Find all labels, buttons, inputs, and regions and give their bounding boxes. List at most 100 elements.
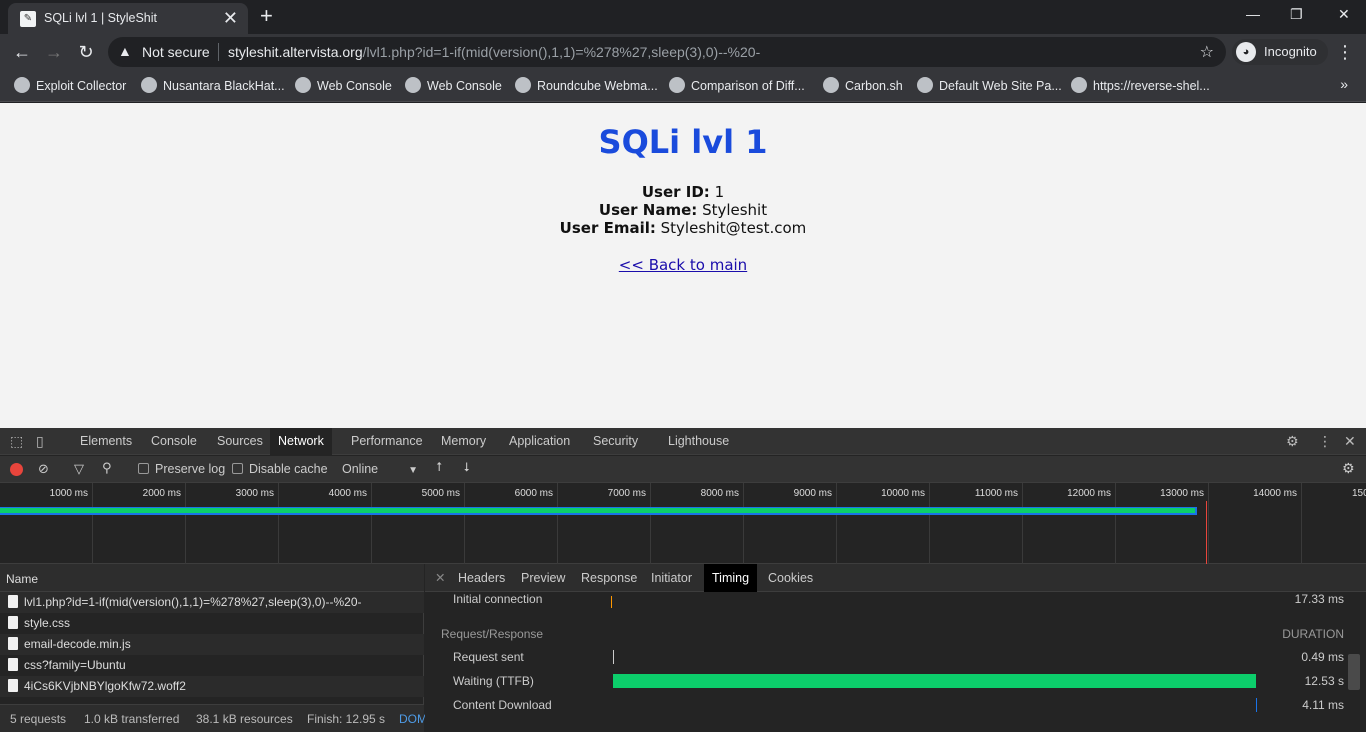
overview-gridline <box>929 483 930 564</box>
preserve-log-checkbox[interactable]: Preserve log <box>138 462 225 476</box>
record-icon[interactable] <box>10 463 23 476</box>
overview-bar-green <box>0 508 1195 513</box>
request-name: lvl1.php?id=1-if(mid(version(),1,1)=%278… <box>24 595 362 609</box>
network-overview[interactable]: 1000 ms 2000 ms 3000 ms 4000 ms 5000 ms 6000 … <box>0 483 1366 564</box>
document-icon <box>8 637 18 650</box>
filter-icon[interactable]: ▽ <box>74 461 84 477</box>
address-bar[interactable]: ▲ Not secure styleshit.altervista.org/lv… <box>108 37 1226 67</box>
finish-time: Finish: 12.95 s <box>307 712 386 726</box>
settings-gear-icon[interactable]: ⚙ <box>1286 433 1299 449</box>
load-event-line <box>1206 501 1207 564</box>
tab-performance[interactable]: Performance <box>343 428 431 455</box>
warning-icon[interactable]: ▲ <box>118 43 132 59</box>
globe-icon <box>295 77 311 93</box>
bookmark-item[interactable]: Default Web Site Pa... <box>917 77 1062 93</box>
request-row[interactable]: email-decode.min.js <box>0 634 424 655</box>
back-arrow-icon[interactable]: ← <box>10 40 34 64</box>
new-tab-icon[interactable]: + <box>260 4 273 28</box>
throttle-select[interactable]: Online ▼ <box>342 462 418 476</box>
overview-gridline <box>743 483 744 564</box>
site-favicon-icon: ✎ <box>20 11 36 27</box>
minimize-icon[interactable]: — <box>1246 4 1260 24</box>
chevron-down-icon: ▼ <box>408 465 419 476</box>
bookmark-item[interactable]: Roundcube Webma... <box>515 77 658 93</box>
export-har-icon[interactable]: ⭣ <box>464 460 470 475</box>
devtools-close-icon[interactable]: ✕ <box>1344 433 1356 449</box>
inspect-element-icon[interactable]: ⬚ <box>10 433 23 449</box>
overview-tick-label: 8000 ms <box>700 488 739 499</box>
bookmark-label: Default Web Site Pa... <box>939 79 1062 93</box>
bookmark-item[interactable]: Comparison of Diff... <box>669 77 805 93</box>
overview-gridline <box>464 483 465 564</box>
devtools-menu-icon[interactable]: ⋮ <box>1318 433 1332 449</box>
page-viewport: SQLi lvl 1 User ID: 1 User Name: Stylesh… <box>0 103 1366 428</box>
network-settings-icon[interactable]: ⚙ <box>1342 460 1355 477</box>
transferred-size: 1.0 kB transferred <box>84 712 180 726</box>
tab-security[interactable]: Security <box>585 428 646 455</box>
bookmark-item[interactable]: Web Console <box>405 77 502 93</box>
bookmarks-overflow-icon[interactable]: » <box>1340 76 1348 92</box>
user-email-value: Styleshit@test.com <box>660 219 807 237</box>
tab-console[interactable]: Console <box>143 428 205 455</box>
tab-network[interactable]: Network <box>270 428 332 455</box>
bookmark-star-icon[interactable]: ☆ <box>1200 42 1214 62</box>
browser-tab[interactable]: ✎ SQLi lvl 1 | StyleShit ✕ <box>8 3 248 34</box>
content-download-label: Content Download <box>453 698 552 712</box>
request-name: email-decode.min.js <box>24 637 131 651</box>
incognito-icon: ◕ <box>1236 42 1256 62</box>
request-row[interactable]: css?family=Ubuntu <box>0 655 424 676</box>
tab-elements[interactable]: Elements <box>72 428 140 455</box>
document-icon <box>8 616 18 629</box>
request-row[interactable]: lvl1.php?id=1-if(mid(version(),1,1)=%278… <box>0 592 424 613</box>
request-row[interactable]: 4iCs6KVjbNBYlgoKfw72.woff2 <box>0 676 424 697</box>
disable-cache-checkbox[interactable]: Disable cache <box>232 462 328 476</box>
not-secure-label[interactable]: Not secure <box>142 44 210 60</box>
reload-icon[interactable]: ↻ <box>74 40 98 64</box>
medium-icon <box>669 77 685 93</box>
document-icon <box>8 595 18 608</box>
request-sent-value: 0.49 ms <box>1301 650 1344 664</box>
timing-row-content-download: Content Download 4.11 ms <box>425 694 1366 716</box>
tab-sources[interactable]: Sources <box>209 428 271 455</box>
window-close-icon[interactable]: ✕ <box>1338 4 1350 24</box>
import-har-icon[interactable]: ⭡ <box>436 460 442 475</box>
tab-close-icon[interactable]: ✕ <box>223 8 238 28</box>
globe-icon <box>1071 77 1087 93</box>
bookmark-item[interactable]: https://reverse-shel... <box>1071 77 1210 93</box>
overview-gridline <box>1208 483 1209 564</box>
browser-menu-icon[interactable]: ⋮ <box>1336 42 1354 62</box>
globe-icon <box>917 77 933 93</box>
back-to-main-link[interactable]: << Back to main <box>619 256 747 274</box>
forward-arrow-icon[interactable]: → <box>42 40 66 64</box>
overview-tick-label: 6000 ms <box>514 488 553 499</box>
resources-size: 38.1 kB resources <box>196 712 293 726</box>
overview-gridline <box>278 483 279 564</box>
user-name-value: Styleshit <box>702 201 768 219</box>
url-text[interactable]: styleshit.altervista.org/lvl1.php?id=1-i… <box>228 44 760 60</box>
search-icon[interactable]: ⚲ <box>102 460 112 476</box>
document-icon <box>8 658 18 671</box>
url-path: /lvl1.php?id=1-if(mid(version(),1,1)=%27… <box>362 44 761 60</box>
bookmark-item[interactable]: Carbon.sh <box>823 77 903 93</box>
tab-memory[interactable]: Memory <box>433 428 494 455</box>
bookmark-item[interactable]: Web Console <box>295 77 392 93</box>
detail-scroll-thumb[interactable] <box>1348 654 1360 690</box>
initial-connection-bar <box>611 596 612 608</box>
device-toolbar-icon[interactable]: ▯ <box>36 433 44 449</box>
restore-icon[interactable]: ❐ <box>1290 4 1303 24</box>
request-sent-bar <box>613 650 614 664</box>
network-status-bar: 5 requests 1.0 kB transferred 38.1 kB re… <box>0 704 427 732</box>
name-column-header[interactable]: Name <box>0 564 424 592</box>
bookmark-label: Comparison of Diff... <box>691 79 805 93</box>
request-row[interactable]: style.css <box>0 613 424 634</box>
bookmarks-bar: Exploit Collector Nusantara BlackHat... … <box>0 70 1366 102</box>
tab-application[interactable]: Application <box>501 428 578 455</box>
bookmark-item[interactable]: Nusantara BlackHat... <box>141 77 285 93</box>
overview-gridline <box>92 483 93 564</box>
tab-lighthouse[interactable]: Lighthouse <box>660 428 737 455</box>
request-response-section: Request/Response <box>441 627 544 641</box>
incognito-badge[interactable]: ◕ Incognito <box>1232 39 1328 65</box>
network-toolbar: ⊘ ▽ ⚲ Preserve log Disable cache Online ▼… <box>0 456 1366 483</box>
bookmark-item[interactable]: Exploit Collector <box>14 77 126 93</box>
clear-icon[interactable]: ⊘ <box>38 461 49 477</box>
